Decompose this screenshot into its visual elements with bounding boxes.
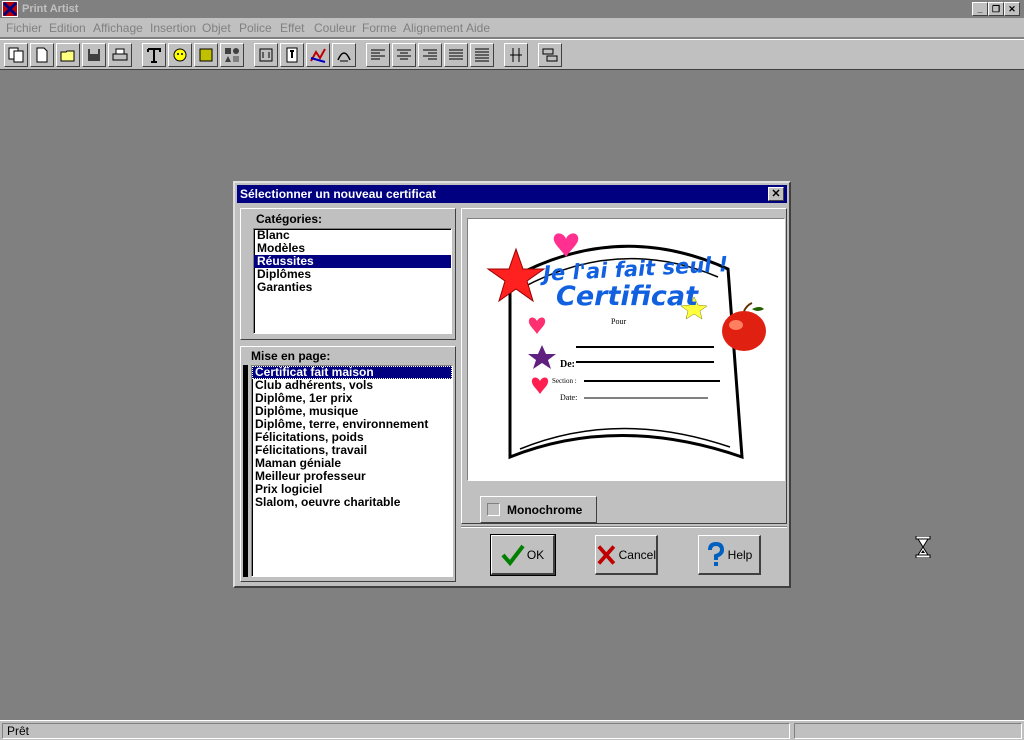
print-artist-app-icon (2, 1, 18, 17)
menu-edition[interactable]: Edition (49, 21, 86, 35)
align-right-button[interactable] (418, 43, 442, 67)
monochrome-label: Monochrome (507, 503, 583, 517)
help-label: Help (727, 547, 753, 562)
menu-objet[interactable]: Objet (202, 21, 231, 35)
checkmark-icon (501, 544, 525, 566)
close-icon: ✕ (771, 188, 781, 200)
select-certificate-dialog: Sélectionner un nouveau certificat ✕ Cat… (233, 181, 791, 588)
square-tool-icon (199, 48, 213, 62)
save-button[interactable] (82, 43, 106, 67)
certificate-pour: Pour (611, 317, 627, 326)
copy-icon (8, 47, 24, 63)
menu-aide[interactable]: Aide (466, 21, 490, 35)
layout-group: Mise en page: Certificat fait maison Clu… (240, 346, 456, 582)
separator (461, 526, 787, 528)
app-title-bar: Print Artist _ ❐ ✕ (0, 0, 1024, 18)
toolbar (0, 39, 1024, 70)
new-document-icon (36, 47, 48, 63)
monochrome-checkbox[interactable] (487, 503, 500, 516)
help-button[interactable]: Help (698, 535, 761, 575)
align-right-icon (423, 49, 437, 60)
monochrome-option[interactable]: Monochrome (480, 496, 597, 523)
justify-spread-button[interactable] (470, 43, 494, 67)
text-style-icon (286, 47, 298, 63)
headline-icon (259, 48, 273, 62)
certificate-section: Section : (552, 377, 577, 385)
minimize-button[interactable]: _ (972, 2, 988, 16)
menu-fichier[interactable]: Fichier (6, 21, 42, 35)
menu-effet[interactable]: Effet (280, 21, 304, 35)
layout-list[interactable]: Certificat fait maison Club adhérents, v… (251, 365, 453, 577)
dialog-title-bar: Sélectionner un nouveau certificat ✕ (237, 185, 787, 203)
align-left-button[interactable] (366, 43, 390, 67)
graphic-tool-icon (173, 48, 187, 62)
justify-spread-icon (475, 48, 489, 62)
vertical-align-icon (510, 48, 522, 62)
menu-police[interactable]: Police (239, 21, 272, 35)
status-bar: Prêt (0, 720, 1024, 740)
shapes-tool-icon (225, 48, 239, 62)
certificate-date: Date: (560, 393, 578, 402)
ok-button[interactable]: OK (490, 534, 556, 576)
list-divider (243, 365, 248, 577)
cancel-label: Cancel (618, 547, 656, 562)
draw-icon (310, 48, 326, 63)
category-item[interactable]: Garanties (254, 281, 451, 294)
help-question-icon (707, 541, 724, 566)
restore-button[interactable]: ❐ (988, 2, 1004, 16)
align-center-button[interactable] (392, 43, 416, 67)
copy-button[interactable] (4, 43, 28, 67)
ok-label: OK (526, 547, 545, 562)
save-icon (88, 49, 100, 61)
print-icon (112, 48, 128, 61)
draw-button[interactable] (306, 43, 330, 67)
hourglass-cursor-icon (915, 536, 931, 558)
square-tool-button[interactable] (194, 43, 218, 67)
menu-couleur[interactable]: Couleur (314, 21, 356, 35)
cancel-button[interactable]: Cancel (595, 535, 658, 575)
headline-button[interactable] (254, 43, 278, 67)
menu-insertion[interactable]: Insertion (150, 21, 196, 35)
align-left-icon (371, 49, 385, 60)
menu-bar: Fichier Edition Affichage Insertion Obje… (0, 18, 1024, 38)
certificate-preview: Je l'ai fait seul ! Certificat Pour De: … (467, 218, 785, 481)
categories-label: Catégories: (256, 212, 323, 226)
curve-text-button[interactable] (332, 43, 356, 67)
text-tool-button[interactable] (142, 43, 166, 67)
print-button[interactable] (108, 43, 132, 67)
app-title: Print Artist (22, 3, 79, 15)
certificate-de: De: (560, 359, 575, 370)
menu-affichage[interactable]: Affichage (93, 21, 143, 35)
graphic-tool-button[interactable] (168, 43, 192, 67)
vertical-align-button[interactable] (504, 43, 528, 67)
close-app-button[interactable]: ✕ (1004, 2, 1020, 16)
categories-group: Catégories: Blanc Modèles Réussites Dipl… (240, 208, 456, 340)
align-center-icon (397, 49, 411, 60)
layers-button[interactable] (538, 43, 562, 67)
open-button[interactable] (56, 43, 80, 67)
categories-list[interactable]: Blanc Modèles Réussites Diplômes Garanti… (253, 228, 452, 334)
certificate-title: Certificat (556, 281, 698, 312)
menu-forme[interactable]: Forme (362, 21, 397, 35)
menu-alignement[interactable]: Alignement (403, 21, 463, 35)
status-panel (794, 723, 1022, 739)
new-document-button[interactable] (30, 43, 54, 67)
text-style-button[interactable] (280, 43, 304, 67)
layers-icon (542, 48, 558, 62)
justify-icon (449, 49, 463, 60)
status-text: Prêt (2, 723, 790, 739)
layout-label: Mise en page: (251, 349, 331, 363)
layout-item[interactable]: Slalom, oeuvre charitable (252, 496, 452, 509)
open-folder-icon (60, 50, 75, 62)
justify-button[interactable] (444, 43, 468, 67)
shapes-tool-button[interactable] (220, 43, 244, 67)
text-tool-icon (147, 48, 161, 63)
dialog-close-button[interactable]: ✕ (768, 187, 784, 201)
curve-text-icon (337, 52, 351, 62)
cancel-x-icon (597, 544, 616, 565)
dialog-title: Sélectionner un nouveau certificat (240, 187, 437, 201)
